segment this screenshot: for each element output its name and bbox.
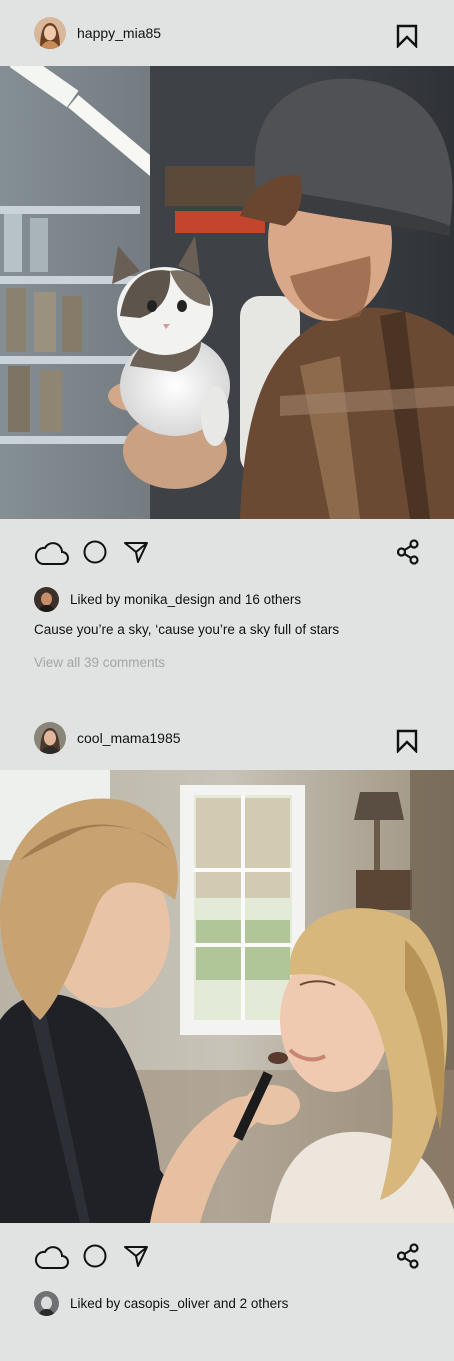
cloud-icon[interactable] [34, 1241, 70, 1271]
post-actions [0, 1241, 454, 1281]
cloud-icon[interactable] [34, 537, 70, 567]
bookmark-icon[interactable] [396, 24, 418, 48]
circle-icon[interactable] [83, 1244, 107, 1268]
post-header: cool_mama1985 [0, 705, 454, 771]
post-image[interactable] [0, 66, 454, 519]
likes-text[interactable]: Liked by casopis_oliver and 2 others [70, 1295, 288, 1313]
likes-text[interactable]: Liked by monika_design and 16 others [70, 591, 301, 609]
paper-plane-icon[interactable] [123, 540, 149, 564]
share-icon[interactable] [396, 1243, 420, 1269]
likes-row: Liked by monika_design and 16 others [0, 587, 454, 613]
post-actions [0, 537, 454, 577]
post-caption: Cause you’re a sky, ‘cause you’re a sky … [34, 622, 340, 637]
view-comments-link[interactable]: View all 39 comments [34, 654, 165, 672]
post-image[interactable] [0, 770, 454, 1223]
avatar[interactable] [34, 722, 66, 754]
username[interactable]: happy_mia85 [77, 24, 161, 42]
avatar[interactable] [34, 587, 59, 612]
share-icon[interactable] [396, 539, 420, 565]
bookmark-icon[interactable] [396, 729, 418, 753]
avatar[interactable] [34, 17, 66, 49]
likes-row: Liked by casopis_oliver and 2 others [0, 1291, 454, 1317]
username[interactable]: cool_mama1985 [77, 729, 181, 747]
avatar[interactable] [34, 1291, 59, 1316]
paper-plane-icon[interactable] [123, 1244, 149, 1268]
post-header: happy_mia85 [0, 0, 454, 66]
circle-icon[interactable] [83, 540, 107, 564]
